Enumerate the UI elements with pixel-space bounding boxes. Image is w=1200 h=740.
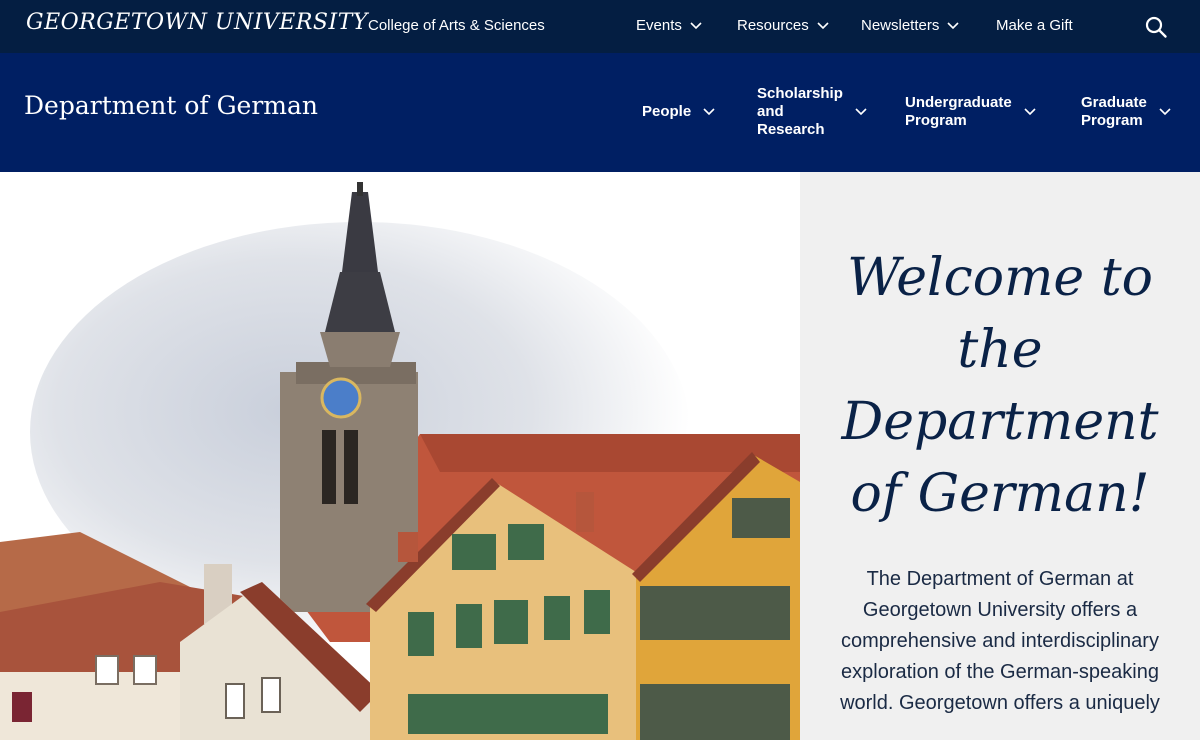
nav-scholarship-label: Scholarship and Research	[757, 85, 843, 139]
nav-undergraduate-label: Undergraduate Program	[905, 94, 1012, 130]
chevron-down-icon	[690, 21, 702, 29]
nav-people-label: People	[642, 103, 691, 121]
chevron-down-icon	[703, 108, 715, 116]
nav-newsletters-label: Newsletters	[861, 17, 940, 34]
nav-undergraduate-label-line: Program	[905, 112, 967, 129]
church-town-illustration	[0, 172, 800, 740]
nav-newsletters[interactable]: Newsletters	[861, 17, 959, 34]
chevron-down-icon	[1159, 108, 1171, 116]
nav-graduate-label-line: Program	[1081, 112, 1143, 129]
nav-scholarship-label-line: Research	[757, 121, 825, 138]
chevron-down-icon	[817, 21, 829, 29]
chevron-down-icon	[855, 108, 867, 116]
welcome-panel: Welcome to the Department of German! The…	[800, 172, 1200, 740]
department-header: Department of German People Scholarship …	[0, 53, 1200, 172]
nav-resources[interactable]: Resources	[737, 17, 829, 34]
university-header: GEORGETOWN UNIVERSITY College of Arts & …	[0, 0, 1200, 53]
nav-events[interactable]: Events	[636, 17, 702, 34]
nav-resources-label: Resources	[737, 17, 809, 34]
chevron-down-icon	[947, 21, 959, 29]
search-icon[interactable]	[1144, 15, 1168, 39]
welcome-body-text: The Department of German at Georgetown U…	[840, 568, 1160, 714]
nav-scholarship-research[interactable]: Scholarship and Research	[757, 85, 867, 139]
welcome-heading-line: Welcome to	[847, 248, 1153, 308]
welcome-heading: Welcome to the Department of German!	[830, 242, 1170, 530]
chevron-down-icon	[1024, 108, 1036, 116]
department-title[interactable]: Department of German	[24, 91, 318, 120]
welcome-heading-line: the	[957, 320, 1043, 380]
welcome-heading-line: Department	[841, 392, 1159, 452]
nav-graduate-program[interactable]: Graduate Program	[1081, 94, 1171, 130]
welcome-heading-line: of German!	[850, 464, 1150, 524]
nav-make-a-gift[interactable]: Make a Gift	[996, 17, 1073, 34]
nav-graduate-label: Graduate Program	[1081, 94, 1147, 130]
nav-undergraduate-label-line: Undergraduate	[905, 94, 1012, 111]
nav-make-a-gift-label: Make a Gift	[996, 17, 1073, 34]
nav-scholarship-label-line: and	[757, 103, 784, 120]
nav-scholarship-label-line: Scholarship	[757, 85, 843, 102]
nav-people[interactable]: People	[642, 103, 715, 121]
nav-undergraduate-program[interactable]: Undergraduate Program	[905, 94, 1036, 130]
nav-people-label-line: People	[642, 103, 692, 120]
utility-nav: Events Resources Newsletters Make a Gift	[0, 17, 1200, 37]
hero-image	[0, 172, 800, 740]
nav-events-label: Events	[636, 17, 682, 34]
nav-graduate-label-line: Graduate	[1081, 94, 1147, 111]
